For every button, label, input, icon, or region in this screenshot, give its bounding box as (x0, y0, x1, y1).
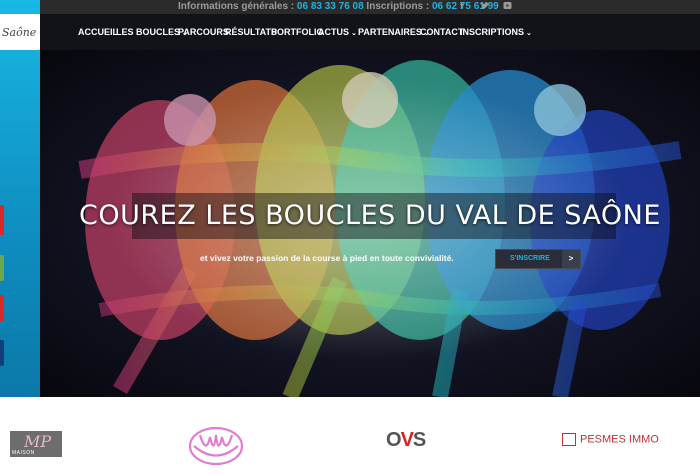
nav-item-actus[interactable]: ACTUS ⌄ (318, 27, 357, 37)
logo-text: Saône (2, 26, 37, 39)
chevron-down-icon: ⌄ (526, 30, 532, 37)
side-tab-green[interactable] (0, 255, 4, 281)
chevron-down-icon: ⌄ (351, 30, 357, 37)
twitter-icon[interactable] (480, 1, 490, 12)
register-button[interactable]: S'INSCRIRE > (495, 249, 581, 269)
logo-caption: MAISON (12, 450, 35, 456)
side-tab-blue[interactable] (0, 340, 4, 366)
partner-logo-ornament[interactable] (186, 425, 246, 467)
partner-logo-pesmes-immo[interactable]: PESMES IMMO (562, 433, 659, 446)
nav-item-accueil[interactable]: ACCUEIL (78, 27, 118, 37)
logo-mark: MP (24, 432, 52, 451)
nav-item-resultats[interactable]: RÉSULTATS (225, 27, 277, 37)
nav-item-inscriptions[interactable]: INSCRIPTIONS ⌄ (460, 27, 532, 37)
main-nav: ACCUEIL LES BOUCLES ⌄ PARCOURS RÉSULTATS … (40, 14, 700, 50)
hero-banner: COUREZ LES BOUCLES DU VAL DE SAÔNE et vi… (40, 50, 700, 397)
nav-item-portfolio[interactable]: PORTFOLIO (271, 27, 324, 37)
partner-logo-ovs[interactable]: OVS (386, 429, 426, 452)
chevron-right-icon: > (562, 250, 580, 268)
hero-headline: COUREZ LES BOUCLES DU VAL DE SAÔNE (79, 200, 661, 231)
house-icon (562, 433, 576, 446)
facebook-icon[interactable]: f (460, 1, 463, 11)
top-info-bar: Informations générales : 06 83 33 76 08 … (0, 0, 700, 14)
partner-logo-maison[interactable]: MP MAISON (10, 431, 62, 457)
nav-item-parcours[interactable]: PARCOURS (178, 27, 229, 37)
youtube-icon[interactable] (503, 1, 512, 12)
info-label: Informations générales : (178, 1, 297, 12)
nav-item-partenaires[interactable]: PARTENAIRES ⌄ (358, 27, 430, 37)
hero-subtitle: et vivez votre passion de la course à pi… (200, 253, 454, 263)
inscriptions-label: Inscriptions : (363, 1, 432, 12)
partners-strip: MP MAISON OVS PESMES IMMO (0, 397, 700, 475)
info-phone[interactable]: 06 83 33 76 08 (297, 1, 364, 12)
register-button-label: S'INSCRIRE (510, 255, 550, 262)
side-tab-red-2[interactable] (0, 295, 4, 321)
side-tab-red[interactable] (0, 205, 4, 235)
left-decor-strip (0, 0, 40, 397)
nav-item-contact[interactable]: CONTACT (420, 27, 463, 37)
contact-info: Informations générales : 06 83 33 76 08 … (178, 1, 499, 12)
